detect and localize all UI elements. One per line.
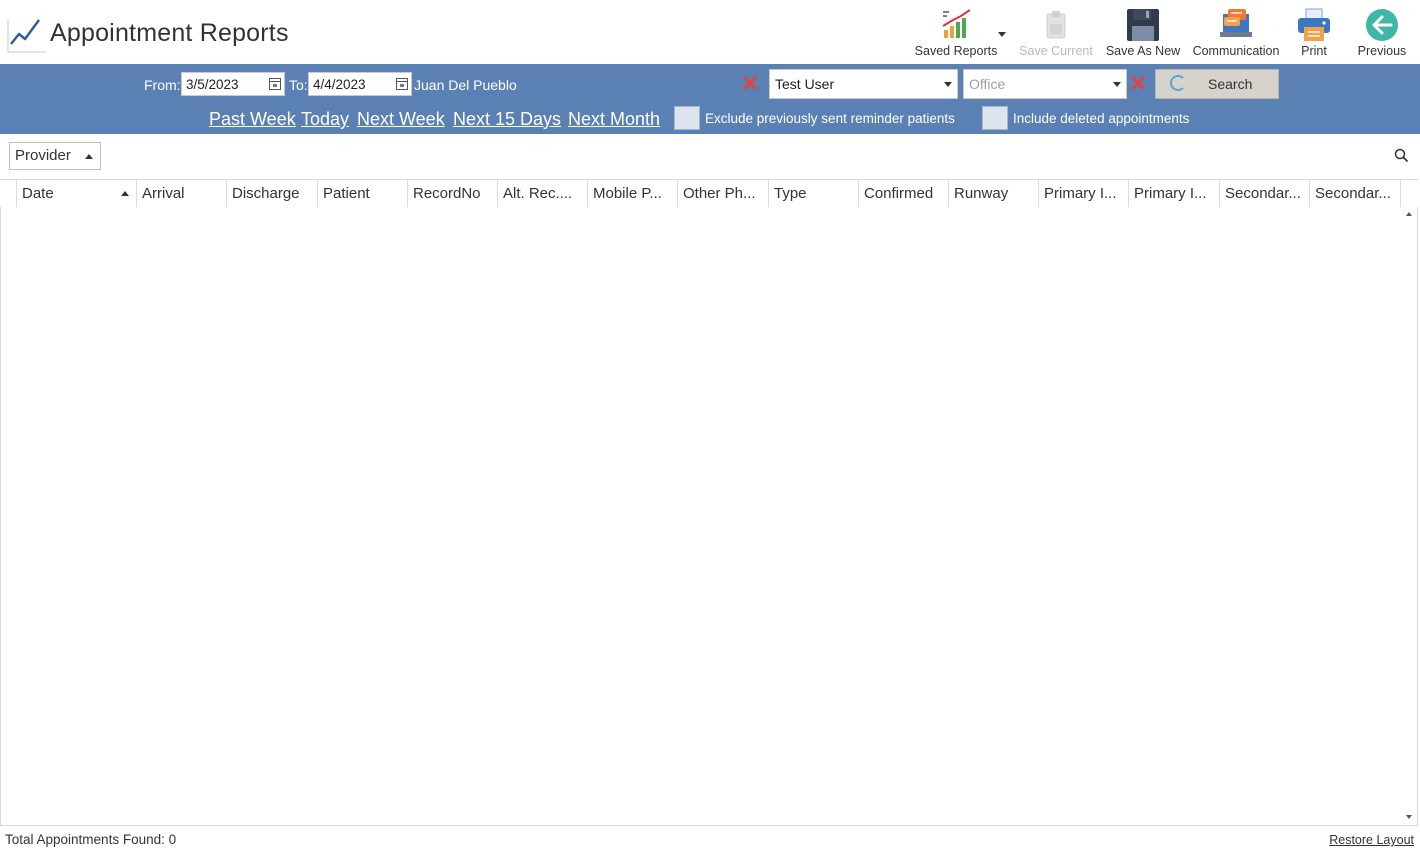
search-button-label: Search — [1208, 76, 1253, 92]
from-label: From: — [144, 77, 181, 93]
previous-button[interactable]: Previous — [1352, 6, 1412, 62]
total-appointments-status: Total Appointments Found: 0 — [5, 832, 177, 847]
laptop-chat-icon — [1220, 9, 1252, 37]
column-header-mobile-phone[interactable]: Mobile P... — [587, 180, 678, 207]
column-header-spacer — [1400, 180, 1418, 207]
column-header-secondary-insurance-1[interactable]: Secondar... — [1219, 180, 1310, 207]
save-as-new-button[interactable]: Save As New — [1104, 6, 1182, 62]
group-by-label: Provider — [15, 147, 71, 164]
calendar-icon[interactable] — [269, 78, 281, 90]
to-date-value: 4/4/2023 — [313, 77, 366, 92]
column-header-alt-record[interactable]: Alt. Rec.... — [497, 180, 588, 207]
results-grid[interactable] — [0, 207, 1418, 826]
search-icon[interactable] — [1394, 148, 1409, 163]
refresh-icon — [1170, 75, 1186, 91]
column-header-date[interactable]: Date — [16, 180, 137, 207]
previous-label: Previous — [1357, 44, 1407, 58]
next-week-link[interactable]: Next Week — [357, 109, 445, 130]
include-deleted-checkbox[interactable] — [982, 106, 1008, 130]
saved-reports-button[interactable]: Saved Reports — [914, 6, 998, 62]
scroll-up-icon[interactable] — [1406, 212, 1412, 216]
column-header-primary-insurance-2[interactable]: Primary I... — [1128, 180, 1220, 207]
column-header-other-phone[interactable]: Other Ph... — [677, 180, 769, 207]
group-by-provider-chip[interactable]: Provider — [9, 142, 101, 170]
back-arrow-icon — [1366, 9, 1398, 41]
today-link[interactable]: Today — [301, 109, 349, 130]
chevron-down-icon — [1113, 82, 1121, 87]
filter-panel: From: 3/5/2023 To: 4/4/2023 Juan Del Pue… — [0, 64, 1420, 134]
from-date-value: 3/5/2023 — [186, 77, 239, 92]
grid-header: Date Arrival Discharge Patient RecordNo … — [0, 179, 1418, 208]
next-15-days-link[interactable]: Next 15 Days — [453, 109, 561, 130]
communication-button[interactable]: Communication — [1190, 6, 1282, 62]
saved-reports-dropdown-icon[interactable] — [998, 32, 1006, 37]
include-deleted-label: Include deleted appointments — [1013, 111, 1190, 126]
print-button[interactable]: Print — [1290, 6, 1338, 62]
column-header-recordno[interactable]: RecordNo — [407, 180, 498, 207]
header: Appointment Reports Saved Reports Save C… — [0, 0, 1420, 64]
column-header-type[interactable]: Type — [768, 180, 859, 207]
floppy-disk-icon — [1127, 9, 1159, 41]
chevron-down-icon — [944, 82, 952, 87]
column-header-secondary-insurance-2[interactable]: Secondar... — [1309, 180, 1401, 207]
user-select-value: Test User — [775, 76, 835, 92]
column-header-runway[interactable]: Runway — [948, 180, 1039, 207]
to-date-input[interactable]: 4/4/2023 — [308, 72, 412, 96]
provider-name: Juan Del Pueblo — [414, 77, 517, 93]
column-header-arrival[interactable]: Arrival — [136, 180, 227, 207]
print-label: Print — [1301, 44, 1327, 58]
user-select[interactable]: Test User — [769, 69, 958, 99]
column-header-discharge[interactable]: Discharge — [226, 180, 318, 207]
column-header-patient[interactable]: Patient — [317, 180, 408, 207]
printer-icon — [1298, 8, 1330, 41]
search-button[interactable]: Search — [1155, 69, 1279, 99]
clear-user-icon[interactable]: ✕ — [741, 73, 759, 95]
communication-label: Communication — [1192, 44, 1280, 58]
save-current-label: Save Current — [1019, 44, 1093, 58]
sort-ascending-icon — [121, 191, 129, 196]
to-label: To: — [289, 77, 308, 93]
past-week-link[interactable]: Past Week — [209, 109, 296, 130]
saved-reports-label: Saved Reports — [914, 44, 998, 58]
save-current-button[interactable]: Save Current — [1016, 6, 1096, 62]
scroll-down-icon[interactable] — [1406, 815, 1412, 819]
group-by-bar: Provider — [0, 134, 1420, 178]
restore-layout-link[interactable]: Restore Layout — [1329, 833, 1414, 847]
column-header-primary-insurance-1[interactable]: Primary I... — [1038, 180, 1129, 207]
line-chart-icon — [7, 19, 46, 53]
save-as-new-label: Save As New — [1105, 44, 1181, 58]
office-placeholder: Office — [969, 76, 1006, 92]
office-select[interactable]: Office — [963, 69, 1127, 99]
sort-ascending-icon — [85, 154, 93, 159]
clear-office-icon[interactable]: ✕ — [1129, 73, 1147, 95]
exclude-reminder-label: Exclude previously sent reminder patient… — [705, 111, 955, 126]
page-title: Appointment Reports — [50, 19, 289, 47]
column-header-confirmed[interactable]: Confirmed — [858, 180, 949, 207]
next-month-link[interactable]: Next Month — [568, 109, 660, 130]
calendar-icon[interactable] — [396, 78, 408, 90]
from-date-input[interactable]: 3/5/2023 — [181, 72, 285, 96]
bar-chart-icon — [942, 9, 971, 38]
column-header-label: Date — [22, 185, 54, 202]
exclude-reminder-checkbox[interactable] — [674, 106, 700, 130]
clipboard-icon — [1046, 11, 1066, 39]
